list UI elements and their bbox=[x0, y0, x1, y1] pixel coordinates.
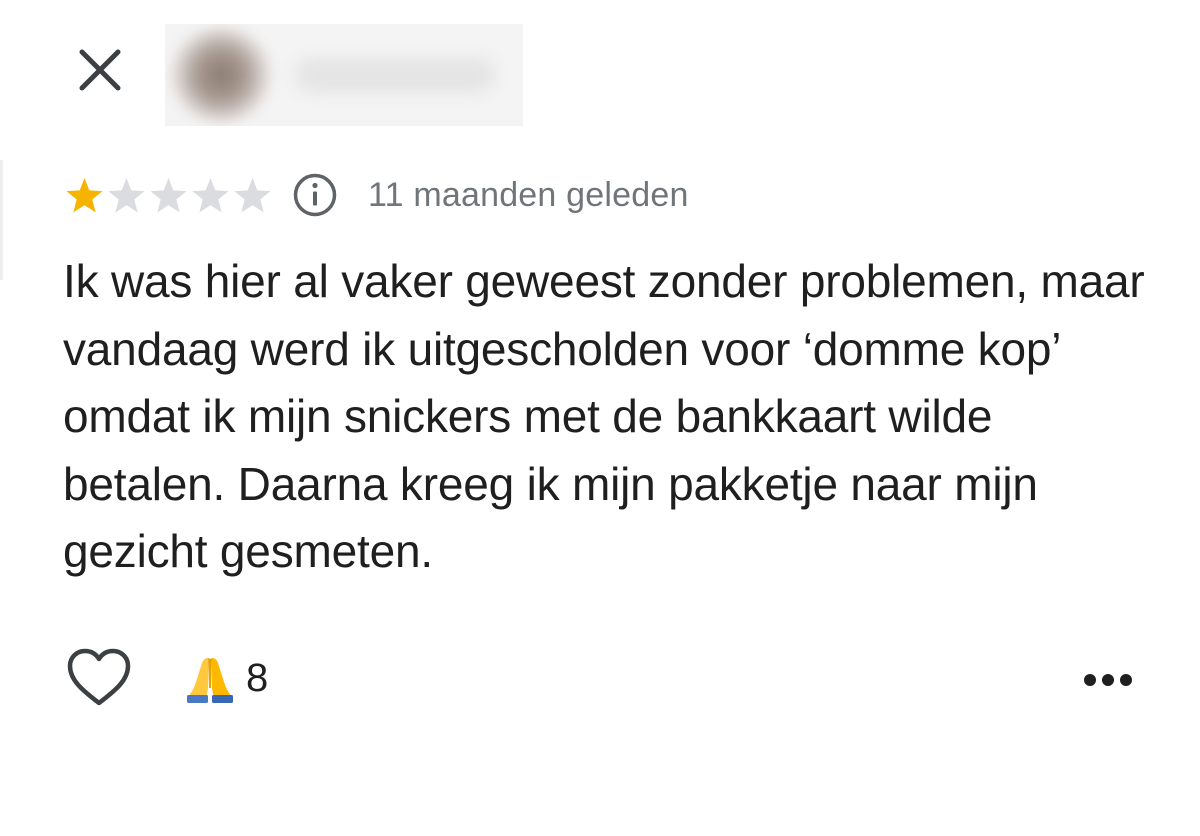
star-empty-icon bbox=[150, 177, 187, 212]
star-empty-icon bbox=[234, 177, 271, 212]
star-empty-icon bbox=[108, 177, 145, 212]
review-time: 11 maanden geleden bbox=[368, 175, 689, 214]
heart-outline-icon[interactable] bbox=[66, 648, 132, 708]
left-edge-divider bbox=[0, 160, 3, 280]
reviewer-header-blurred bbox=[165, 24, 523, 126]
rating-row: 11 maanden geleden bbox=[64, 170, 689, 220]
reaction-chip[interactable]: 8 bbox=[184, 652, 268, 704]
more-horizontal-icon[interactable] bbox=[1080, 660, 1136, 700]
reaction-count: 8 bbox=[246, 655, 269, 700]
info-icon[interactable] bbox=[292, 172, 338, 218]
star-rating bbox=[64, 175, 274, 216]
avatar bbox=[171, 28, 271, 122]
folded-hands-emoji bbox=[187, 658, 233, 703]
star-filled-icon bbox=[66, 177, 103, 212]
close-icon[interactable] bbox=[68, 38, 132, 102]
review-detail-view: 11 maanden geleden Ik was hier al vaker … bbox=[0, 0, 1200, 836]
reviewer-name-blurred bbox=[295, 58, 495, 92]
star-empty-icon bbox=[192, 177, 229, 212]
review-actions: 8 bbox=[66, 646, 1136, 712]
review-body: Ik was hier al vaker geweest zonder prob… bbox=[63, 255, 1145, 577]
